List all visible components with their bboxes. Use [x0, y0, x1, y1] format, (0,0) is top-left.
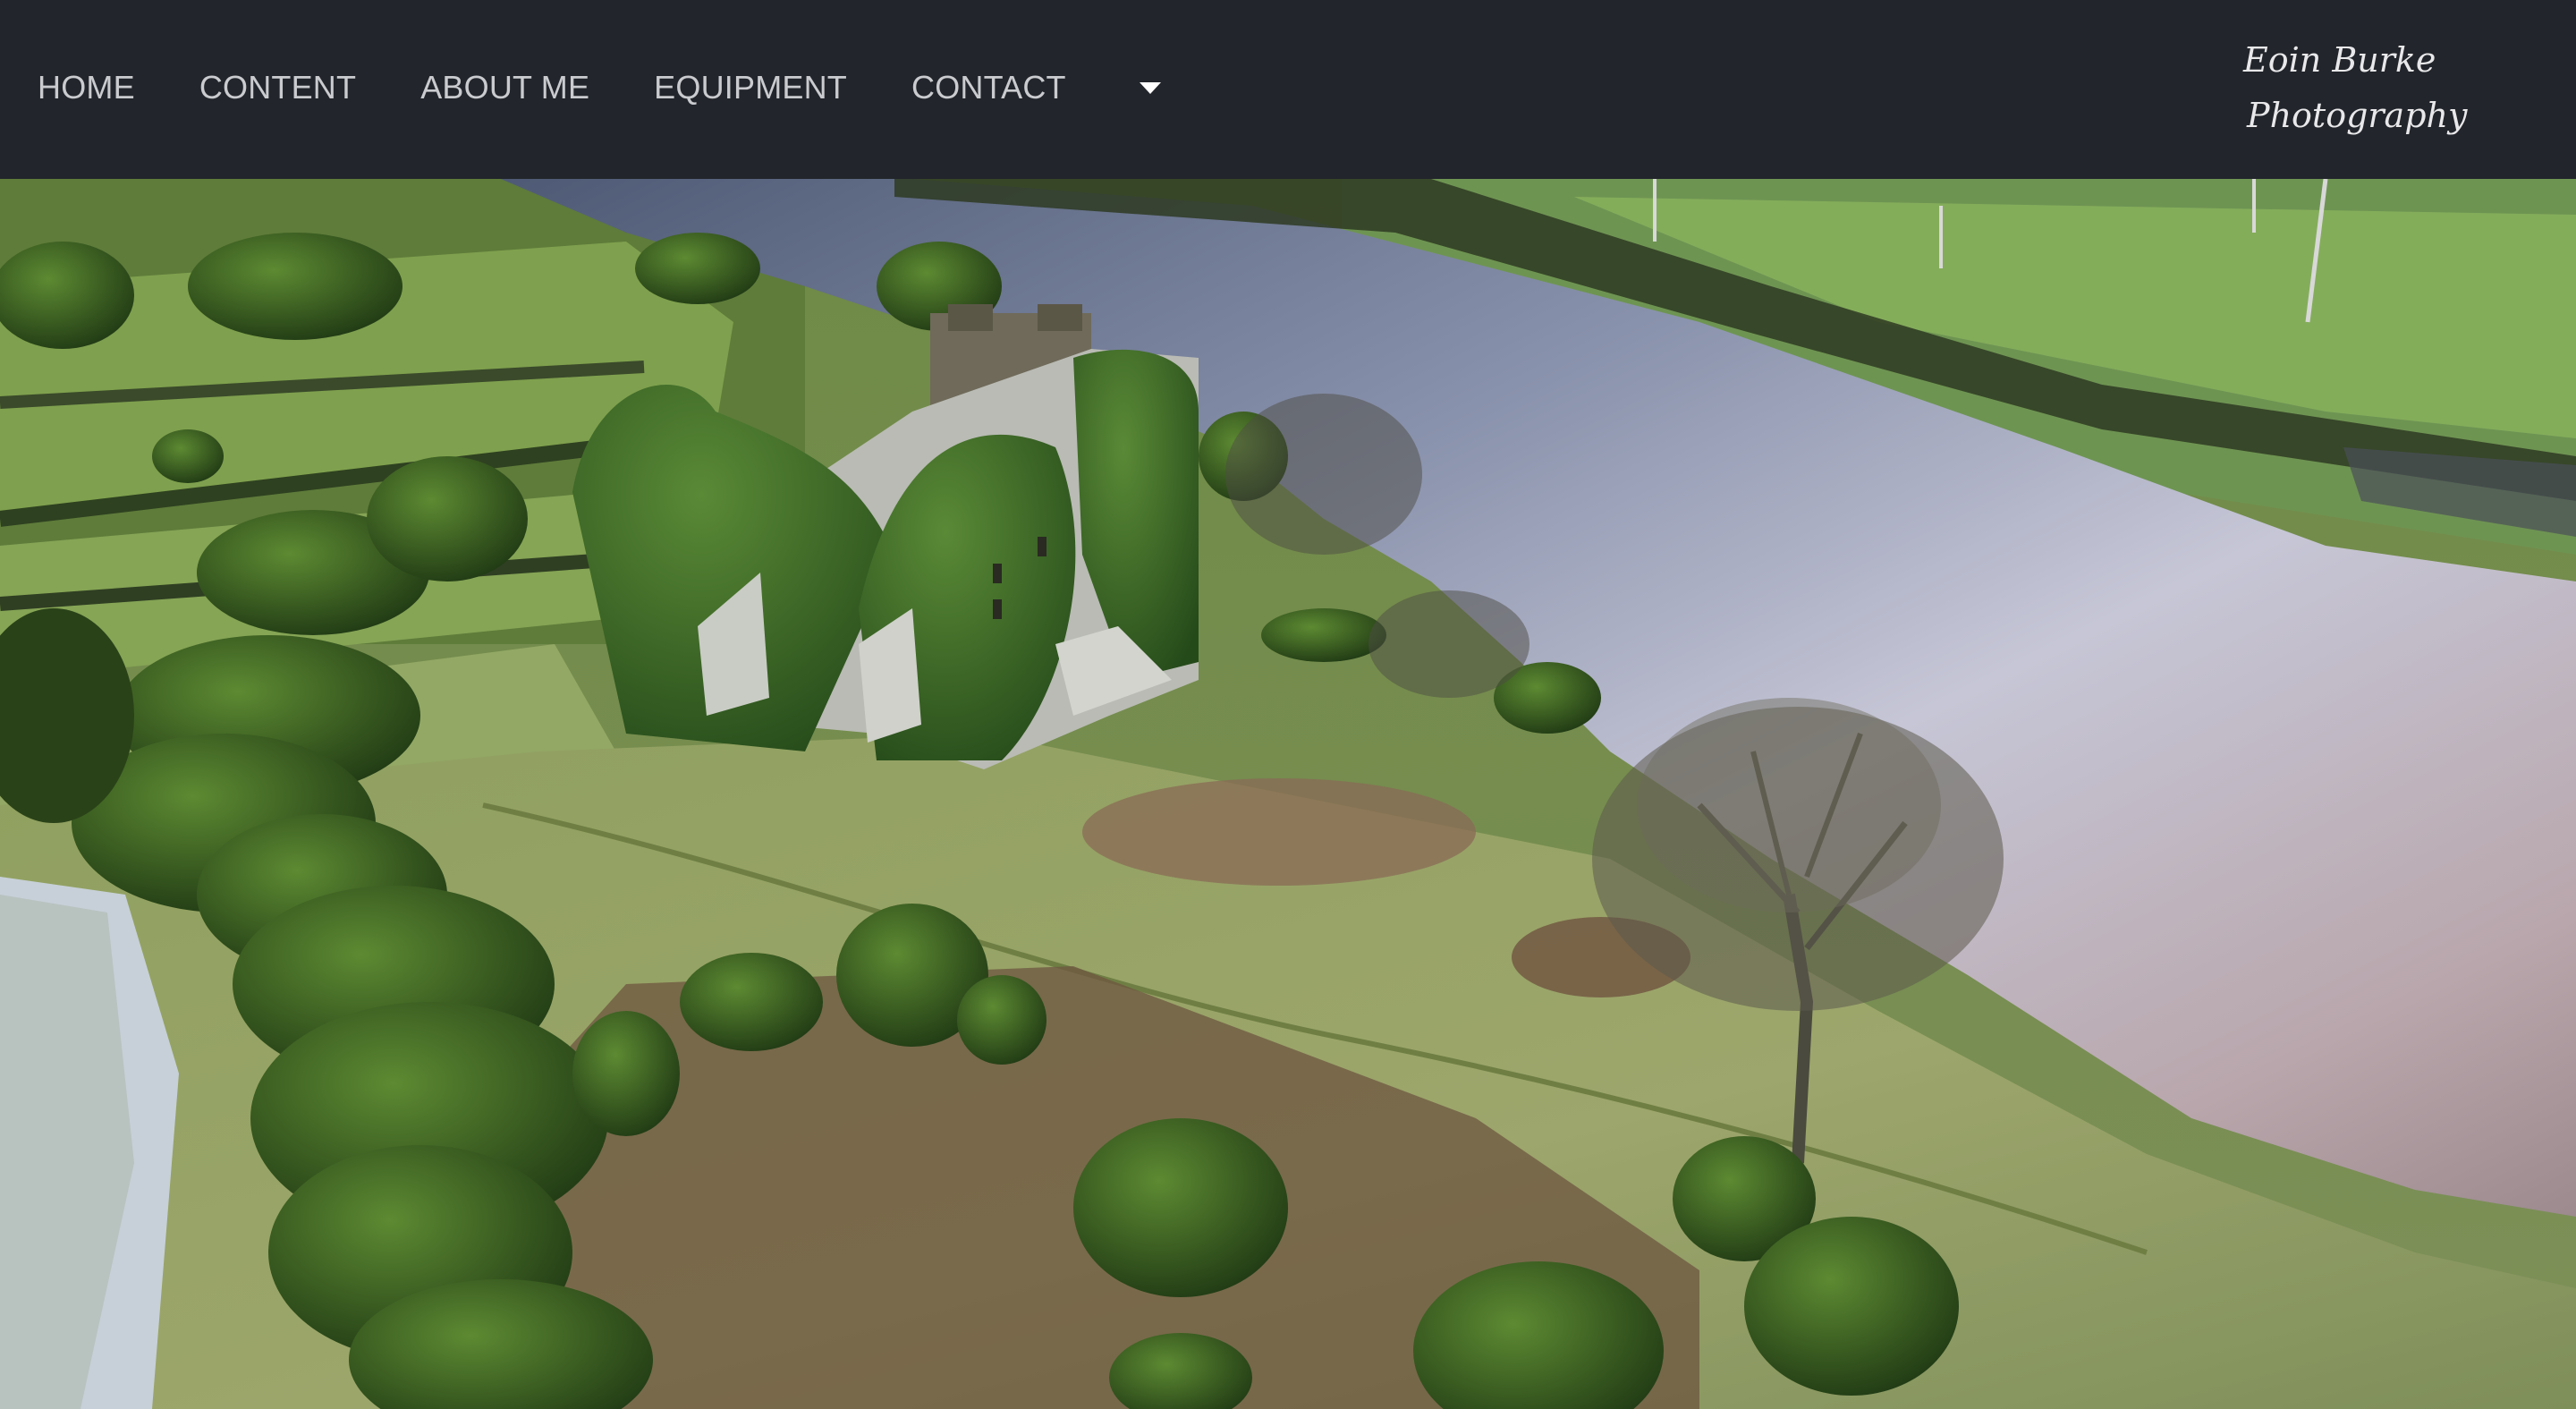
brand-line-1: Eoin Burke: [2243, 40, 2436, 80]
hero-image: [0, 179, 2576, 1409]
site-logo[interactable]: Eoin Burke Photography: [2243, 32, 2468, 143]
nav-content-link[interactable]: CONTENT: [199, 66, 356, 109]
nav-equipment-link[interactable]: EQUIPMENT: [654, 66, 847, 109]
main-nav: HOME CONTENT ABOUT ME EQUIPMENT CONTACT: [38, 66, 1161, 109]
top-navbar: HOME CONTENT ABOUT ME EQUIPMENT CONTACT …: [0, 0, 2576, 179]
nav-about-me-link[interactable]: ABOUT ME: [420, 66, 589, 109]
nav-contact-link[interactable]: CONTACT: [911, 66, 1066, 109]
hero-photo: [0, 179, 2576, 1409]
brand-line-2: Photography: [2247, 96, 2468, 135]
caret-down-icon[interactable]: [1139, 81, 1161, 94]
nav-home-link[interactable]: HOME: [38, 66, 135, 109]
